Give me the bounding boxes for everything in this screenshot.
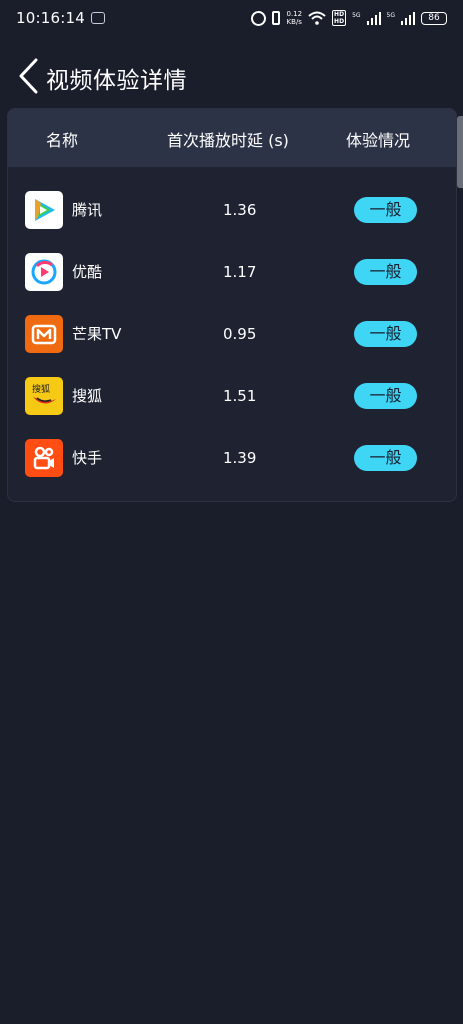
page-title: 视频体验详情 [46, 68, 187, 94]
mango-tv-icon [25, 315, 63, 353]
tencent-video-icon [25, 191, 63, 229]
column-header-experience: 体验情况 [346, 131, 411, 150]
app-name: 快手 [72, 449, 103, 467]
latency-value: 1.17 [223, 263, 257, 281]
table-row[interactable]: 快手 1.39 一般 [8, 439, 456, 501]
sohu-icon: 搜狐 [25, 377, 63, 415]
rating-badge: 一般 [354, 197, 417, 223]
wifi-icon [308, 11, 326, 25]
column-header-name: 名称 [46, 131, 79, 150]
latency-value: 1.39 [223, 449, 257, 467]
network-speed: 0.12 KB/s [286, 10, 302, 26]
app-name: 搜狐 [72, 387, 103, 405]
latency-value: 1.51 [223, 387, 257, 405]
status-time: 10:16:14 [16, 9, 85, 27]
speed-value: 0.12 [286, 10, 303, 18]
scrollbar[interactable] [457, 116, 463, 188]
battery-icon: 86 [421, 11, 447, 25]
rating-badge: 一般 [354, 321, 417, 347]
network-type-2: 5G [386, 12, 395, 19]
svg-text:搜狐: 搜狐 [32, 383, 50, 395]
screenshot-icon [90, 12, 105, 24]
table-row[interactable]: 搜狐 搜狐 1.51 一般 [8, 377, 456, 439]
app-name: 芒果TV [72, 325, 122, 343]
column-header-latency: 首次播放时延 (s) [167, 131, 289, 150]
app-name: 优酷 [72, 263, 103, 281]
table-header: 名称 首次播放时延 (s) 体验情况 [8, 109, 456, 167]
rating-badge: 一般 [354, 445, 417, 471]
alarm-icon [251, 10, 267, 26]
latency-value: 0.95 [223, 325, 257, 343]
back-arrow-icon[interactable] [16, 58, 40, 94]
kuaishou-icon [25, 439, 63, 477]
app-name: 腾讯 [72, 201, 103, 219]
speed-unit: KB/s [286, 18, 302, 26]
latency-value: 1.36 [223, 201, 257, 219]
table-row[interactable]: 芒果TV 0.95 一般 [8, 315, 456, 377]
video-experience-table: 名称 首次播放时延 (s) 体验情况 腾讯 1.36 一般 优酷 1.17 一般… [7, 108, 457, 502]
hd-label-1: HD [334, 11, 345, 18]
rating-badge: 一般 [354, 383, 417, 409]
signal-icon-1 [366, 11, 381, 25]
table-row[interactable]: 腾讯 1.36 一般 [8, 191, 456, 253]
youku-icon [25, 253, 63, 291]
rating-badge: 一般 [354, 259, 417, 285]
status-bar: 10:16:14 0.12 KB/s HD HD 5G 5G 86 [0, 0, 463, 36]
hd-label-2: HD [334, 18, 345, 25]
hd-badge: HD HD [332, 10, 347, 26]
network-type-1: 5G [352, 12, 361, 19]
header: 视频体验详情 [0, 52, 463, 100]
signal-icon-2 [401, 11, 415, 25]
vibrate-icon [272, 11, 281, 25]
table-row[interactable]: 优酷 1.17 一般 [8, 253, 456, 315]
